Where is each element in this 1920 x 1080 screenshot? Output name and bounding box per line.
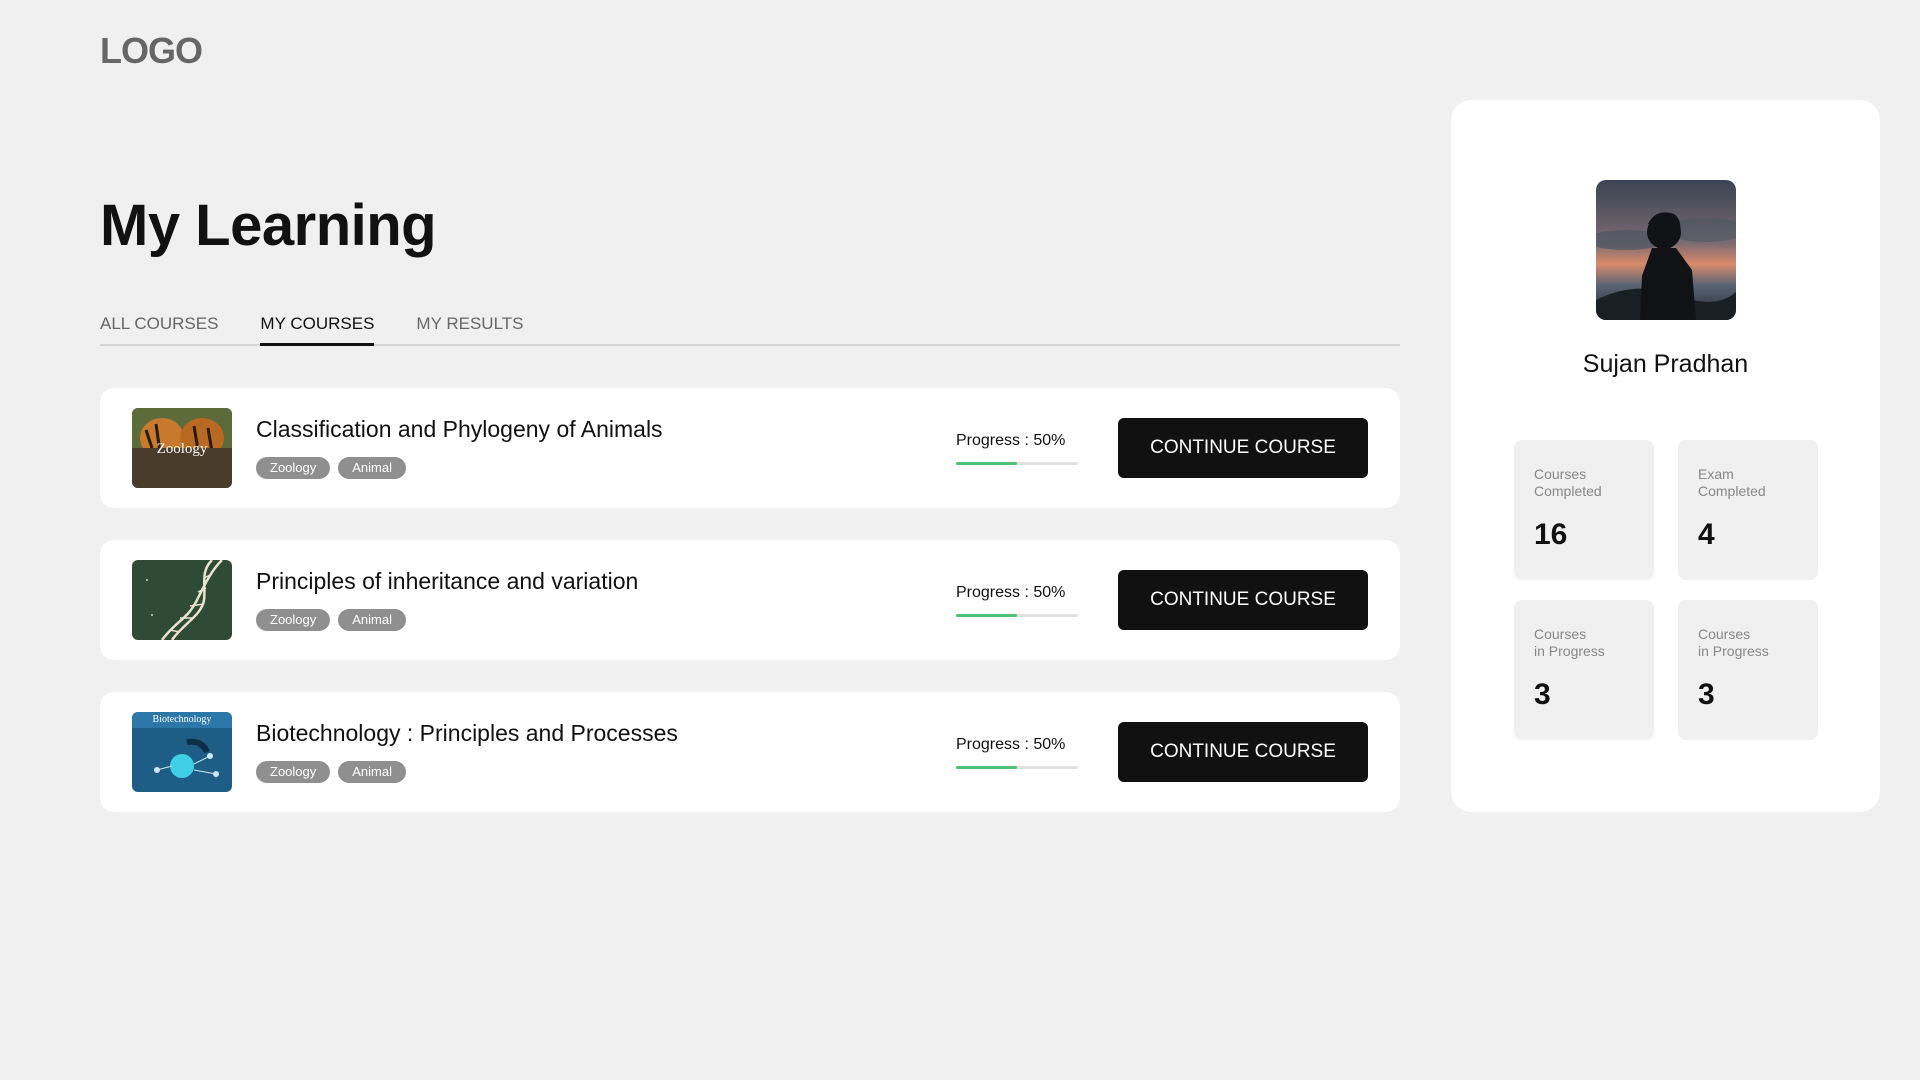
- avatar[interactable]: [1596, 180, 1736, 320]
- my-learning-page: LOGO My Learning ALL COURSES MY COURSES …: [0, 0, 1920, 1080]
- stat-label: Exam Completed: [1698, 466, 1766, 499]
- stat-value: 3: [1534, 678, 1551, 711]
- tag-list: Zoology Animal: [256, 609, 406, 631]
- page-title: My Learning: [100, 193, 437, 258]
- continue-course-button[interactable]: CONTINUE COURSE: [1118, 418, 1368, 478]
- progress-bar: [956, 766, 1078, 769]
- stat-card-exam-completed: Exam Completed 4: [1678, 440, 1818, 580]
- avatar-silhouette-image: [1596, 180, 1736, 320]
- svg-text:Zoology: Zoology: [157, 441, 208, 457]
- tag-zoology[interactable]: Zoology: [256, 761, 331, 783]
- tag-zoology[interactable]: Zoology: [256, 457, 331, 479]
- continue-course-button[interactable]: CONTINUE COURSE: [1118, 570, 1368, 630]
- profile-name: Sujan Pradhan: [1582, 350, 1749, 378]
- progress-bar: [956, 614, 1078, 617]
- course-thumbnail-biotechnology: Biotechnology: [132, 712, 232, 792]
- stat-label: Courses in Progress: [1698, 626, 1769, 659]
- tab-my-courses[interactable]: MY COURSES: [260, 312, 375, 346]
- stat-card-courses-in-progress: Courses in Progress 3: [1678, 600, 1818, 740]
- continue-course-button[interactable]: CONTINUE COURSE: [1118, 722, 1368, 782]
- tag-zoology[interactable]: Zoology: [256, 609, 331, 631]
- progress-bar: [956, 462, 1078, 465]
- svg-text:Biotechnology: Biotechnology: [153, 714, 212, 725]
- tag-animal[interactable]: Animal: [338, 609, 406, 631]
- stat-value: 4: [1698, 518, 1715, 551]
- course-title[interactable]: Biotechnology : Principles and Processes: [256, 720, 678, 747]
- stat-label: Courses in Progress: [1534, 626, 1605, 659]
- logo[interactable]: LOGO: [100, 30, 203, 72]
- tab-all-courses[interactable]: ALL COURSES: [100, 312, 218, 346]
- course-card: Zoology Classification and Phylogeny of …: [100, 388, 1400, 508]
- progress-bar-fill: [956, 766, 1017, 769]
- course-card: Principles of inheritance and variation …: [100, 540, 1400, 660]
- stat-label: Courses Completed: [1534, 466, 1602, 499]
- tag-animal[interactable]: Animal: [338, 761, 406, 783]
- progress-label: Progress : 50%: [956, 584, 1066, 601]
- course-title[interactable]: Principles of inheritance and variation: [256, 568, 638, 595]
- dna-helix-image: [132, 560, 232, 640]
- tag-list: Zoology Animal: [256, 761, 406, 783]
- course-title[interactable]: Classification and Phylogeny of Animals: [256, 416, 663, 443]
- progress-bar-fill: [956, 614, 1017, 617]
- zoology-tiger-image: Zoology: [132, 408, 232, 488]
- course-tabs: ALL COURSES MY COURSES MY RESULTS: [100, 312, 1400, 346]
- stat-card-courses-completed: Courses Completed 16: [1514, 440, 1654, 580]
- progress-label: Progress : 50%: [956, 432, 1066, 449]
- course-card: Biotechnology Biotechnology : Principles…: [100, 692, 1400, 812]
- tag-list: Zoology Animal: [256, 457, 406, 479]
- stat-value: 16: [1534, 518, 1568, 551]
- tab-my-results[interactable]: MY RESULTS: [416, 312, 523, 346]
- course-thumbnail-dna: [132, 560, 232, 640]
- tag-animal[interactable]: Animal: [338, 457, 406, 479]
- progress-bar-fill: [956, 462, 1017, 465]
- course-thumbnail-zoology: Zoology: [132, 408, 232, 488]
- profile-panel: Sujan Pradhan Courses Completed 16 Exam …: [1451, 100, 1880, 812]
- biotechnology-lab-image: Biotechnology: [132, 712, 232, 792]
- stat-card-courses-in-progress: Courses in Progress 3: [1514, 600, 1654, 740]
- stat-value: 3: [1698, 678, 1715, 711]
- progress-label: Progress : 50%: [956, 736, 1066, 753]
